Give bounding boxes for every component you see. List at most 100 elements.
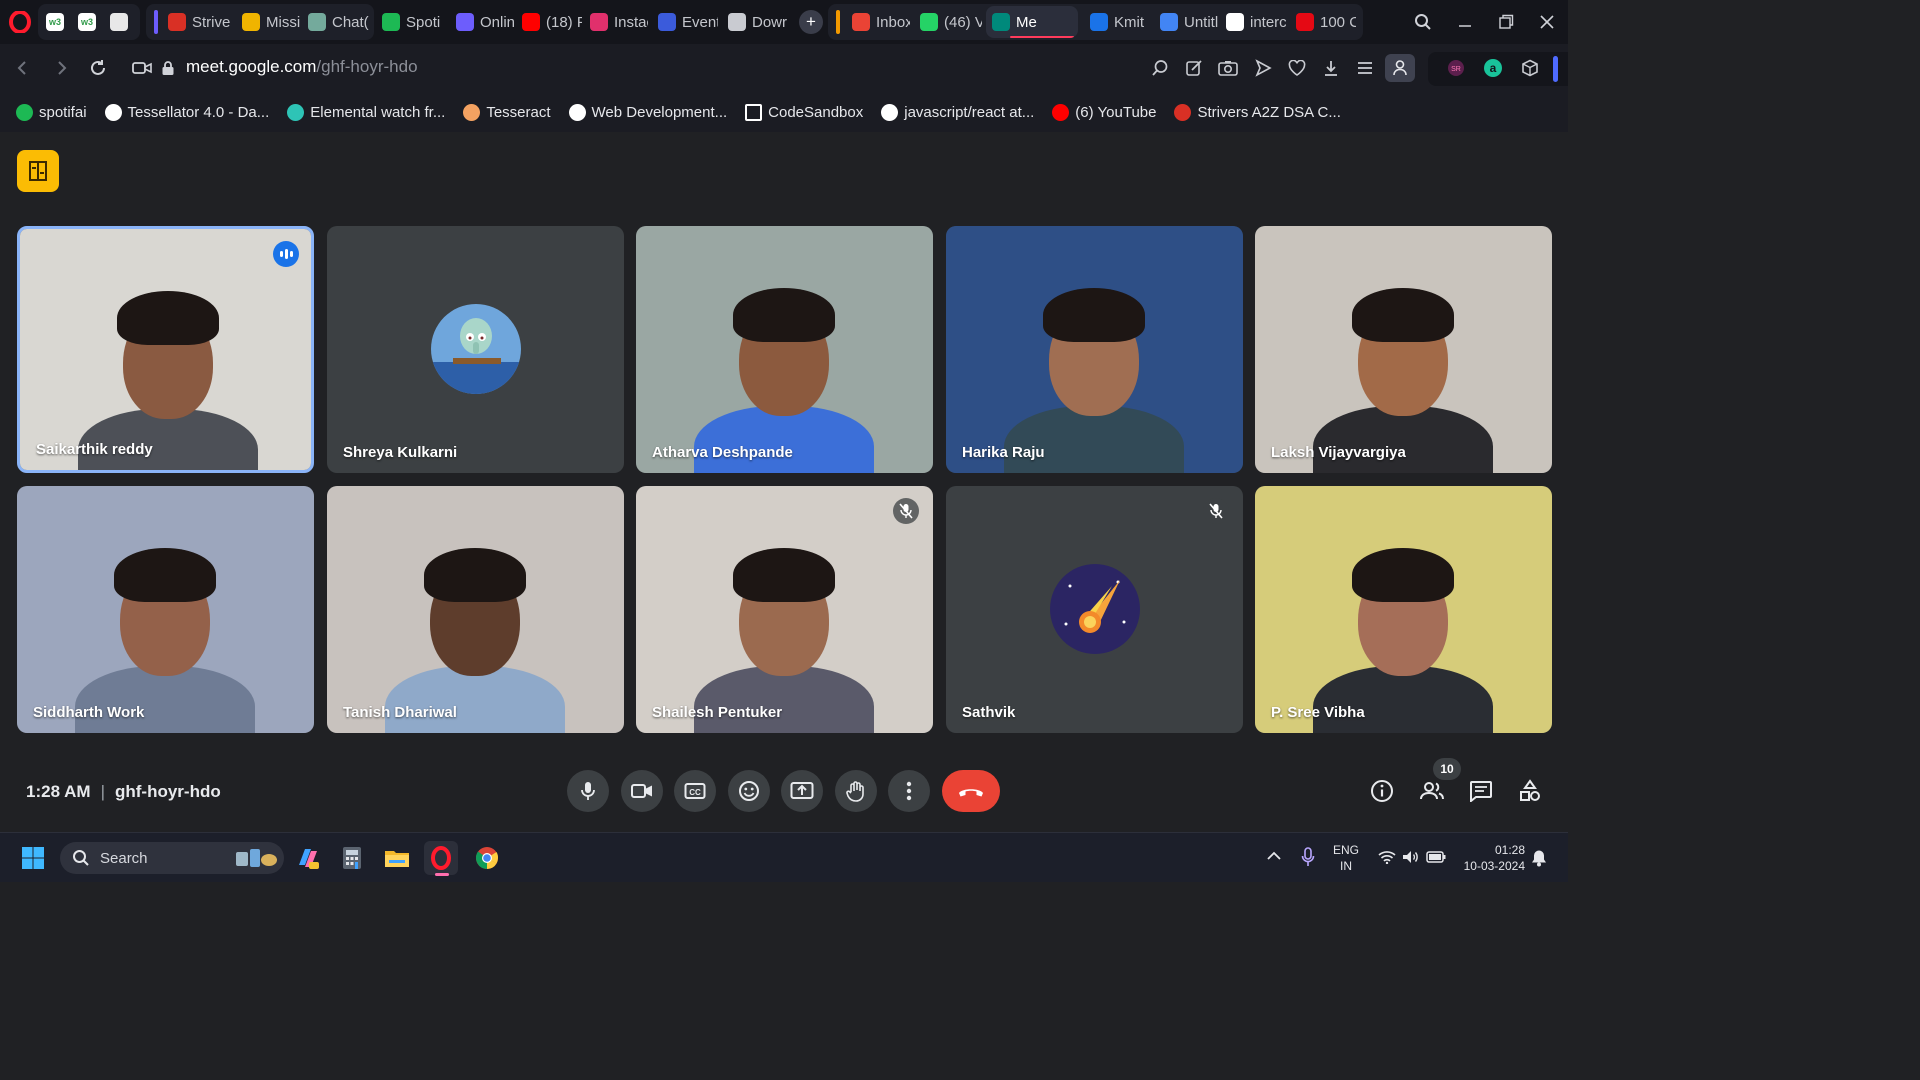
extension-sr-icon[interactable]: SR [1443, 55, 1469, 81]
browser-tab[interactable]: Onlin [450, 6, 514, 38]
back-arrow-icon[interactable] [8, 54, 36, 82]
activities-panel-button[interactable] [17, 150, 59, 192]
participant-tile[interactable]: Atharva Deshpande [636, 226, 933, 473]
more-options-button[interactable] [888, 770, 930, 812]
participant-name: Laksh Vijayvargiya [1271, 444, 1406, 461]
browser-tab[interactable]: w3 [40, 6, 70, 38]
raise-hand-button[interactable] [835, 770, 877, 812]
bookmark-item[interactable]: Tesseract [463, 103, 551, 121]
browser-tab[interactable]: Dowr [722, 6, 788, 38]
captions-button[interactable]: CC [674, 770, 716, 812]
browser-toolbar: meet.google.com/ghf-hoyr-hdo SR a [0, 44, 1568, 92]
participant-name: Shailesh Pentuker [652, 704, 783, 721]
snapshot-camera-icon[interactable] [1215, 55, 1241, 81]
participant-tile[interactable]: Siddharth Work [17, 486, 314, 733]
clock-date: 10-03-2024 [1463, 859, 1525, 873]
battery-charging-icon[interactable] [1426, 850, 1446, 869]
browser-tab[interactable]: Event [652, 6, 718, 38]
browser-tab[interactable]: Instac [584, 6, 648, 38]
bookmark-item[interactable]: javascript/react at... [881, 103, 1034, 121]
clock-time: 01:28 [1494, 843, 1525, 857]
bookmark-item[interactable]: spotifai [16, 103, 87, 121]
download-icon[interactable] [1318, 55, 1344, 81]
taskbar-search[interactable]: Search [60, 842, 284, 874]
opera-taskbar-icon[interactable] [424, 841, 458, 876]
opera-logo-icon[interactable] [8, 10, 32, 34]
browser-tab[interactable]: Kmit [1084, 6, 1150, 38]
browser-tab[interactable]: Me [986, 6, 1078, 38]
participant-tile[interactable]: Sathvik [946, 486, 1243, 733]
participant-tile[interactable]: Laksh Vijayvargiya [1255, 226, 1552, 473]
close-window-button[interactable] [1532, 8, 1562, 36]
browser-tab[interactable]: Untitl [1154, 6, 1218, 38]
bookmark-item[interactable]: CodeSandbox [745, 103, 863, 121]
activities-button[interactable] [1513, 774, 1547, 808]
restore-button[interactable] [1491, 8, 1521, 36]
participant-tile[interactable]: P. Sree Vibha [1255, 486, 1552, 733]
spotify-icon [16, 103, 33, 121]
forward-arrow-icon[interactable] [48, 54, 76, 82]
easy-setup-icon[interactable] [1352, 55, 1378, 81]
system-clock[interactable]: 01:28 10-03-2024 [1455, 842, 1525, 874]
browser-tab[interactable]: interc [1220, 6, 1286, 38]
calculator-icon[interactable] [335, 841, 369, 875]
flow-send-icon[interactable] [1250, 55, 1276, 81]
bookmark-item[interactable]: Strivers A2Z DSA C... [1174, 103, 1341, 121]
zoom-search-icon[interactable] [1147, 55, 1173, 81]
meeting-details-button[interactable] [1365, 774, 1399, 808]
tesseract-icon [463, 103, 481, 121]
browser-tab[interactable]: Missi [236, 6, 300, 38]
windows-start-icon[interactable] [16, 841, 50, 875]
chat-button[interactable] [1464, 774, 1498, 808]
favorite-heart-icon[interactable] [1284, 55, 1310, 81]
participant-tile[interactable]: Shailesh Pentuker [636, 486, 933, 733]
w3schools-icon: w3 [78, 13, 96, 31]
microphone-in-use-icon[interactable] [1301, 847, 1315, 872]
microphone-button[interactable] [567, 770, 609, 812]
show-hidden-icons-chevron-icon[interactable] [1266, 849, 1282, 867]
browser-tab[interactable]: Inbox [846, 6, 910, 38]
bookmark-item[interactable]: Tessellator 4.0 - Da... [104, 103, 269, 121]
present-screen-button[interactable] [781, 770, 823, 812]
copilot-icon[interactable] [291, 841, 325, 875]
file-explorer-icon[interactable] [380, 841, 414, 875]
participant-tile[interactable]: Shreya Kulkarni [327, 226, 624, 473]
extensions-cube-icon[interactable] [1517, 55, 1543, 81]
participant-tile[interactable]: Tanish Dhariwal [327, 486, 624, 733]
leave-call-button[interactable] [942, 770, 1000, 812]
bookmark-item[interactable]: (6) YouTube [1052, 103, 1156, 121]
browser-tab-strip: w3 w3 Strive Missi Chat(Spoti Onlin (18) F Inst… [0, 0, 1568, 44]
minimize-button[interactable] [1450, 8, 1480, 36]
browser-tab[interactable]: w3 [72, 6, 102, 38]
camera-in-use-icon[interactable] [128, 54, 156, 82]
tab-label: 100 C [1320, 13, 1356, 31]
address-bar-url[interactable]: meet.google.com/ghf-hoyr-hdo [186, 57, 418, 77]
lock-icon[interactable] [154, 54, 182, 82]
new-tab-button[interactable]: + [799, 10, 823, 34]
browser-tab[interactable]: (18) F [516, 6, 582, 38]
reload-icon[interactable] [84, 54, 112, 82]
browser-tab[interactable]: 100 C [1290, 6, 1356, 38]
input-language[interactable]: ENG IN [1333, 842, 1359, 874]
browser-tab[interactable]: (46) V [914, 6, 982, 38]
wifi-icon[interactable] [1378, 850, 1396, 869]
chrome-icon[interactable] [470, 841, 504, 875]
bookmark-item[interactable]: Elemental watch fr... [287, 103, 445, 121]
browser-tab[interactable] [104, 6, 134, 38]
edit-icon[interactable] [1181, 55, 1207, 81]
browser-tab[interactable]: Spoti [376, 6, 442, 38]
tab-search-icon[interactable] [1408, 8, 1438, 36]
camera-button[interactable] [621, 770, 663, 812]
extension-a-icon[interactable]: a [1480, 55, 1506, 81]
instagram-icon [590, 13, 608, 31]
notification-bell-icon[interactable] [1531, 849, 1547, 872]
bookmark-item[interactable]: Web Development... [568, 103, 727, 121]
emoji-reaction-button[interactable] [728, 770, 770, 812]
volume-icon[interactable] [1402, 850, 1420, 869]
profile-icon[interactable] [1385, 54, 1415, 82]
participant-tile[interactable]: Saikarthik reddy [17, 226, 314, 473]
browser-tab[interactable]: Chat( [302, 6, 370, 38]
participant-tile[interactable]: Harika Raju [946, 226, 1243, 473]
participant-video [17, 486, 314, 733]
browser-tab[interactable]: Strive [162, 6, 230, 38]
